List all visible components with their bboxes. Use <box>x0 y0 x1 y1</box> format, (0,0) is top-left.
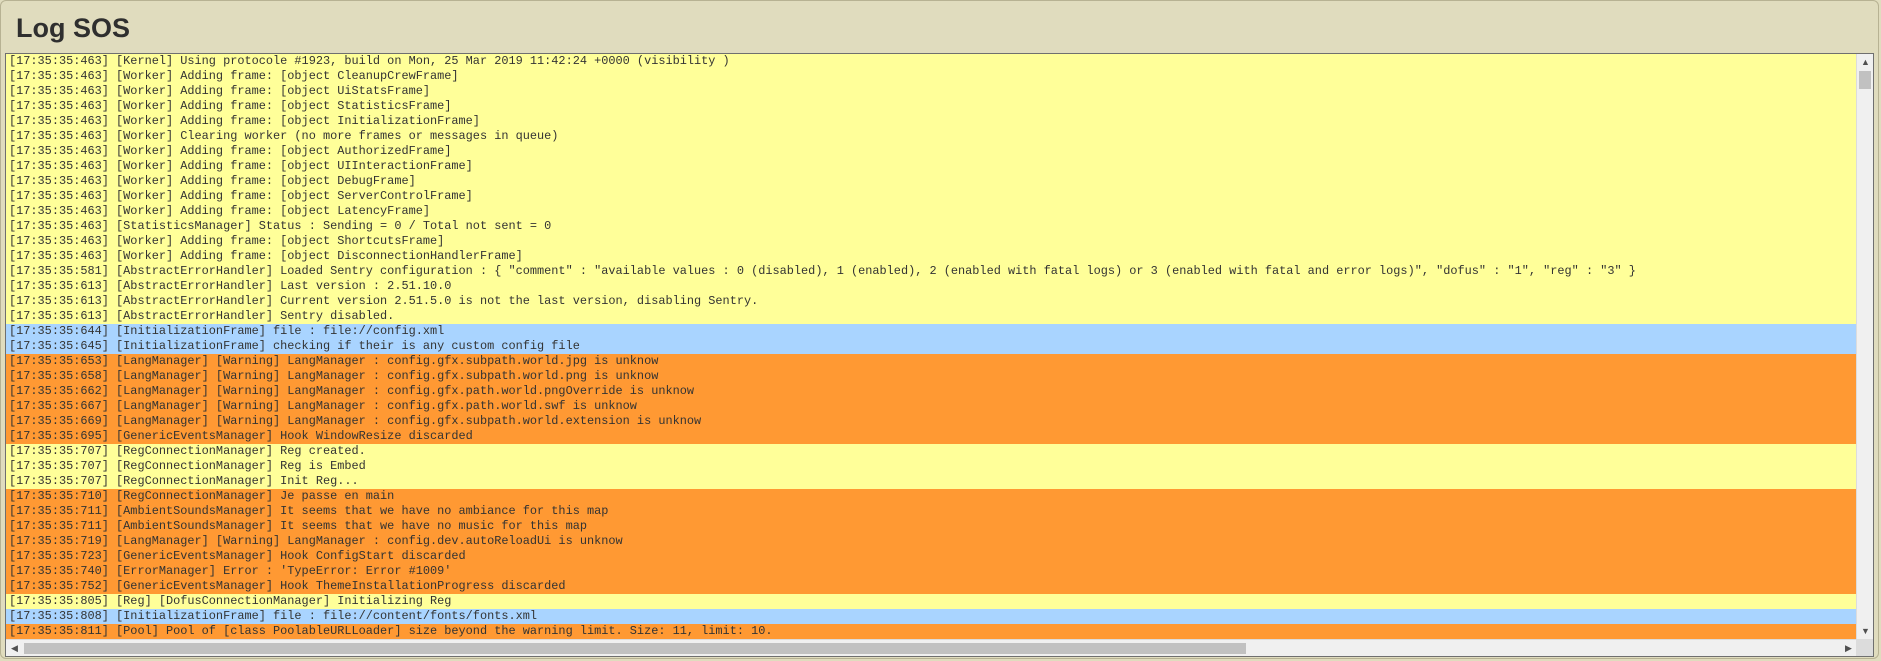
log-line: [17:35:35:653] [LangManager] [Warning] L… <box>6 354 1857 369</box>
log-line: [17:35:35:723] [GenericEventsManager] Ho… <box>6 549 1857 564</box>
log-line: [17:35:35:811] [Pool] Pool of [class Poo… <box>6 624 1857 639</box>
horizontal-scrollbar[interactable]: ◀ ▶ <box>6 639 1857 656</box>
triangle-right-icon[interactable]: ▶ <box>1840 640 1857 656</box>
log-line: [17:35:35:463] [Worker] Adding frame: [o… <box>6 234 1857 249</box>
log-line: [17:35:35:463] [Worker] Adding frame: [o… <box>6 249 1857 264</box>
log-line: [17:35:35:667] [LangManager] [Warning] L… <box>6 399 1857 414</box>
log-line: [17:35:35:463] [Kernel] Using protocole … <box>6 54 1857 69</box>
triangle-left-icon[interactable]: ◀ <box>6 640 23 656</box>
log-lines: [17:35:35:463] [Kernel] Using protocole … <box>6 54 1857 640</box>
log-line: [17:35:35:463] [Worker] Adding frame: [o… <box>6 84 1857 99</box>
window-title: Log SOS <box>16 13 130 43</box>
log-line: [17:35:35:740] [ErrorManager] Error : 'T… <box>6 564 1857 579</box>
scrollbar-corner <box>1856 639 1873 656</box>
log-line: [17:35:35:711] [AmbientSoundsManager] It… <box>6 519 1857 534</box>
log-line: [17:35:35:710] [RegConnectionManager] Je… <box>6 489 1857 504</box>
log-line: [17:35:35:463] [Worker] Adding frame: [o… <box>6 114 1857 129</box>
triangle-down-icon[interactable]: ▼ <box>1857 623 1873 640</box>
log-panel[interactable]: [17:35:35:463] [Kernel] Using protocole … <box>5 53 1874 657</box>
log-line: [17:35:35:645] [InitializationFrame] che… <box>6 339 1857 354</box>
log-line: [17:35:35:644] [InitializationFrame] fil… <box>6 324 1857 339</box>
vertical-scrollbar[interactable]: ▲ ▼ <box>1856 54 1873 640</box>
log-line: [17:35:35:719] [LangManager] [Warning] L… <box>6 534 1857 549</box>
log-line: [17:35:35:658] [LangManager] [Warning] L… <box>6 369 1857 384</box>
log-line: [17:35:35:805] [Reg] [DofusConnectionMan… <box>6 594 1857 609</box>
log-line: [17:35:35:463] [StatisticsManager] Statu… <box>6 219 1857 234</box>
log-line: [17:35:35:463] [Worker] Adding frame: [o… <box>6 204 1857 219</box>
log-line: [17:35:35:695] [GenericEventsManager] Ho… <box>6 429 1857 444</box>
log-window: Log SOS [17:35:35:463] [Kernel] Using pr… <box>0 0 1879 659</box>
log-line: [17:35:35:463] [Worker] Adding frame: [o… <box>6 99 1857 114</box>
log-line: [17:35:35:613] [AbstractErrorHandler] Cu… <box>6 294 1857 309</box>
log-line: [17:35:35:581] [AbstractErrorHandler] Lo… <box>6 264 1857 279</box>
log-line: [17:35:35:613] [AbstractErrorHandler] La… <box>6 279 1857 294</box>
log-line: [17:35:35:669] [LangManager] [Warning] L… <box>6 414 1857 429</box>
log-line: [17:35:35:613] [AbstractErrorHandler] Se… <box>6 309 1857 324</box>
log-line: [17:35:35:463] [Worker] Adding frame: [o… <box>6 159 1857 174</box>
triangle-up-icon[interactable]: ▲ <box>1857 54 1873 71</box>
log-line: [17:35:35:711] [AmbientSoundsManager] It… <box>6 504 1857 519</box>
log-line: [17:35:35:463] [Worker] Clearing worker … <box>6 129 1857 144</box>
log-line: [17:35:35:707] [RegConnectionManager] Re… <box>6 459 1857 474</box>
log-line: [17:35:35:463] [Worker] Adding frame: [o… <box>6 189 1857 204</box>
log-line: [17:35:35:752] [GenericEventsManager] Ho… <box>6 579 1857 594</box>
log-line: [17:35:35:463] [Worker] Adding frame: [o… <box>6 144 1857 159</box>
log-line: [17:35:35:707] [RegConnectionManager] In… <box>6 474 1857 489</box>
vertical-scroll-thumb[interactable] <box>1859 71 1871 89</box>
horizontal-scroll-thumb[interactable] <box>24 643 1246 654</box>
log-line: [17:35:35:707] [RegConnectionManager] Re… <box>6 444 1857 459</box>
log-line: [17:35:35:463] [Worker] Adding frame: [o… <box>6 174 1857 189</box>
log-line: [17:35:35:808] [InitializationFrame] fil… <box>6 609 1857 624</box>
log-line: [17:35:35:463] [Worker] Adding frame: [o… <box>6 69 1857 84</box>
log-line: [17:35:35:662] [LangManager] [Warning] L… <box>6 384 1857 399</box>
